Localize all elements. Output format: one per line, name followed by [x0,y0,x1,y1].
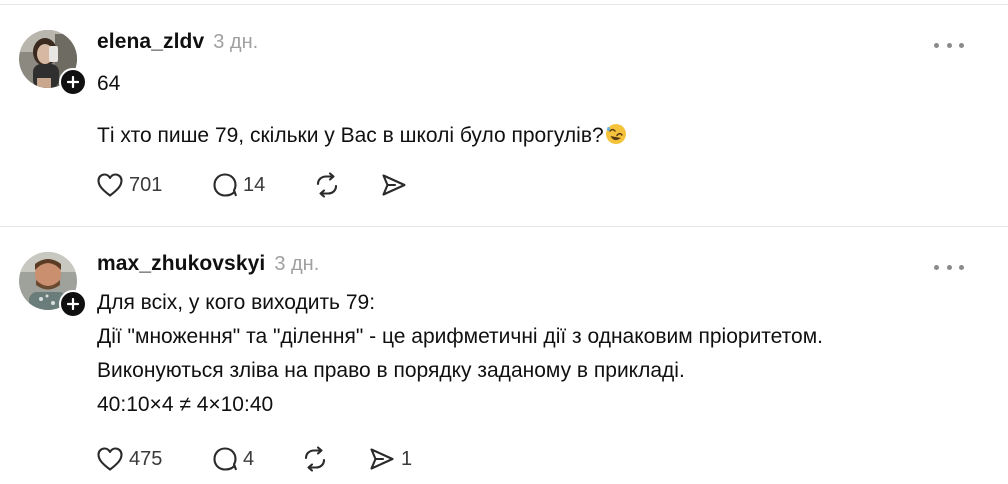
share-button[interactable] [380,170,413,200]
post-header: max_zhukovskyi 3 дн. [97,252,319,276]
share-button[interactable]: 1 [368,444,412,474]
post-actions: 475 4 1 [96,444,412,474]
comment-bubble-icon [213,173,237,197]
post-text-line: Дії "множення" та "ділення" - це арифмет… [97,325,823,348]
username[interactable]: max_zhukovskyi [97,252,265,276]
share-count: 1 [401,447,413,470]
username[interactable]: elena_zldv [97,30,204,54]
like-button[interactable]: 701 [96,170,168,200]
comment-count: 14 [243,173,266,196]
post-text-line: Для всіх, у кого виходить 79: [97,291,376,314]
plus-icon [67,298,79,310]
like-count: 475 [129,447,163,470]
post: elena_zldv 3 дн. 64 Ті хто пише 79, скіл… [0,5,1008,226]
post-text-line: 64 [97,72,121,95]
post: max_zhukovskyi 3 дн. Для всіх, у кого ви… [0,227,1008,484]
comment-bubble-icon [213,447,237,471]
send-icon [382,174,406,196]
timestamp[interactable]: 3 дн. [274,253,319,276]
like-button[interactable]: 475 [96,444,168,474]
repost-icon [316,172,338,198]
post-text-line: 40:10×4 ≠ 4×10:40 [97,393,274,416]
post-header: elena_zldv 3 дн. [97,30,258,54]
comment-button[interactable]: 14 [212,170,313,200]
more-dots-icon [934,42,939,48]
comment-button[interactable]: 4 [212,444,301,474]
comment-count: 4 [243,447,255,470]
plus-icon [67,76,79,88]
send-icon [370,448,394,470]
post-text-line: Виконуються зліва на право в порядку зад… [97,359,685,382]
post-text-line: Ті хто пише 79, скільки у Вас в школі бу… [97,121,627,150]
heart-icon [97,173,123,197]
avatar-container[interactable] [19,30,87,96]
repost-button[interactable] [313,170,380,200]
more-options-button[interactable] [934,38,964,52]
like-count: 701 [129,173,163,196]
heart-icon [97,447,123,471]
repost-button[interactable] [301,444,368,474]
more-options-button[interactable] [934,260,964,274]
rolling-on-floor-laughing-emoji-icon [605,124,626,144]
more-dots-icon [934,264,939,270]
post-actions: 701 14 [96,170,413,200]
avatar-container[interactable] [19,252,87,318]
follow-button[interactable] [59,290,87,318]
repost-icon [304,446,326,472]
follow-button[interactable] [59,68,87,96]
timestamp[interactable]: 3 дн. [213,31,258,54]
